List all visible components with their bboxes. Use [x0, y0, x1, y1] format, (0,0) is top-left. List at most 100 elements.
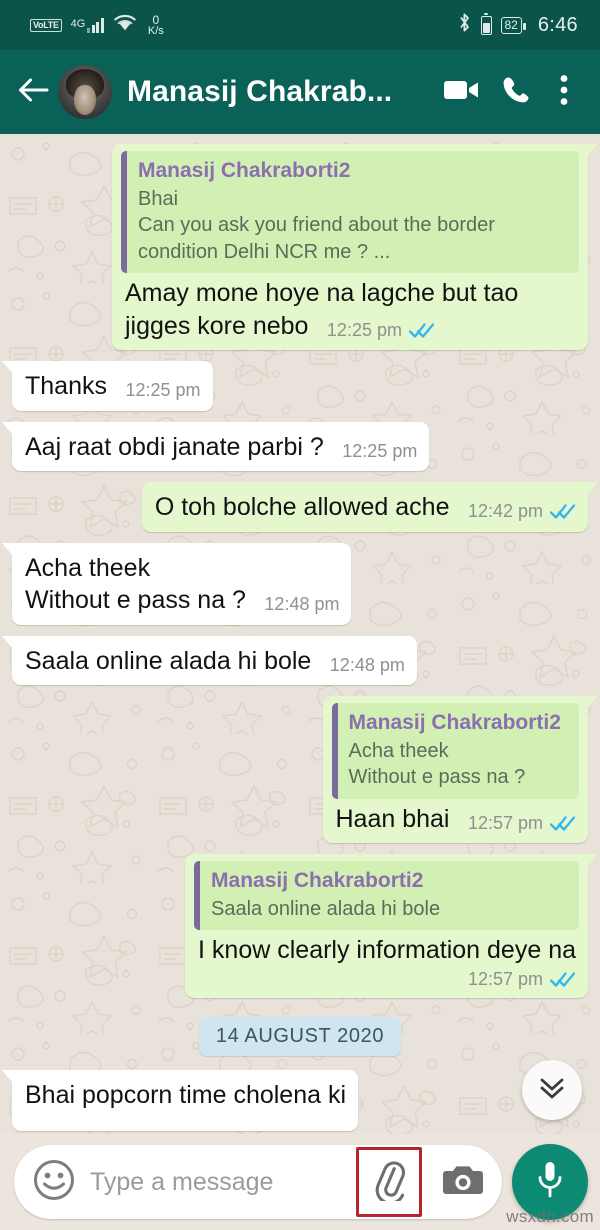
message-text: Aaj raat obdi janate parbi ?: [25, 432, 324, 461]
compose-field-container[interactable]: Type a message: [14, 1145, 502, 1219]
message-time: 12:48 pm: [264, 594, 340, 615]
status-bar-right-icons: 82 6:46: [457, 12, 579, 38]
message-row: Thanks 12:25 pm: [2, 361, 588, 411]
signal-bars-icon: [87, 17, 104, 33]
message-time: 12:25 pm: [326, 319, 402, 340]
message-meta: 12:48 pm: [264, 594, 339, 615]
message-row: Manasij Chakraborti2 Bhai Can you ask yo…: [12, 144, 598, 351]
message-text: Bhai popcorn time cholena ki: [25, 1080, 347, 1109]
message-time: 12:42 pm: [467, 501, 543, 522]
message-meta: 12:48 pm: [330, 655, 405, 676]
message-time: 12:48 pm: [329, 654, 405, 675]
message-bubble-outgoing[interactable]: Manasij Chakraborti2 Acha theek Without …: [322, 696, 598, 844]
quoted-text: Acha theek Without e pass na ?: [348, 739, 526, 789]
message-time: 12:25 pm: [125, 380, 201, 401]
quoted-author: Manasij Chakraborti2: [138, 159, 351, 182]
message-row: Saala online alada hi bole 12:48 pm: [2, 635, 588, 686]
date-divider: 14 AUGUST 2020: [12, 1016, 588, 1056]
status-bar-left-icons: VoLTE 4G 0 K/s: [30, 13, 164, 37]
message-bubble-outgoing[interactable]: Manasij Chakraborti2 Bhai Can you ask yo…: [112, 144, 598, 351]
message-row: Manasij Chakraborti2 Acha theek Without …: [12, 696, 598, 844]
quoted-author: Manasij Chakraborti2: [348, 711, 561, 735]
quoted-text: Saala online alada hi bole: [211, 898, 441, 921]
message-text: Amay mone hoye na lagche but tao jigges …: [125, 279, 519, 340]
read-receipt-icon: [549, 815, 576, 832]
wifi-icon: [113, 13, 137, 37]
chat-header: Manasij Chakrab...: [0, 50, 600, 134]
volte-icon: VoLTE: [30, 18, 62, 32]
message-bubble-incoming[interactable]: Saala online alada hi bole 12:48 pm: [2, 635, 417, 686]
message-text: O toh bolche allowed ache: [154, 493, 450, 522]
message-bubble-outgoing[interactable]: O toh bolche allowed ache 12:42 pm: [141, 482, 599, 532]
date-badge: 14 AUGUST 2020: [198, 1016, 402, 1056]
battery-percent-badge: 82: [500, 16, 527, 34]
read-receipt-icon: [549, 503, 576, 520]
read-receipt-icon: [408, 322, 435, 339]
message-meta: 12:42 pm: [468, 501, 576, 522]
page-title[interactable]: Manasij Chakrab...: [127, 75, 434, 109]
quoted-author: Manasij Chakraborti2: [211, 869, 424, 893]
status-bar: VoLTE 4G 0 K/s 82 6:46: [0, 0, 600, 50]
emoji-button[interactable]: [32, 1158, 76, 1207]
message-meta: 12:25 pm: [342, 441, 417, 462]
network-speed-value: 0: [152, 12, 160, 27]
camera-icon: [442, 1162, 484, 1203]
message-text: I know clearly information deye na: [198, 936, 576, 965]
three-dots-menu-icon: [560, 74, 568, 111]
attach-button[interactable]: [356, 1147, 422, 1217]
message-text: Saala online alada hi bole: [25, 646, 312, 675]
scroll-to-bottom-button[interactable]: [522, 1060, 582, 1120]
message-meta: 12:25 pm: [327, 320, 435, 341]
status-bar-clock: 6:46: [537, 13, 578, 36]
message-time: 12:57 pm: [467, 812, 543, 833]
smiley-face-icon: [32, 1158, 76, 1207]
message-text: Acha theek Without e pass na ?: [25, 553, 246, 615]
message-meta: 12:57 pm: [468, 813, 576, 834]
battery-icon: [480, 12, 492, 35]
network-speed-indicator: 0 K/s: [148, 14, 164, 37]
video-call-button[interactable]: [436, 64, 488, 120]
quoted-message[interactable]: Manasij Chakraborti2 Saala online alada …: [194, 861, 579, 931]
back-button[interactable]: [14, 70, 54, 114]
network-type-label: 4G: [70, 17, 86, 30]
message-row-partial: Bhai popcorn time cholena ki: [1, 1069, 588, 1132]
message-time: 12:25 pm: [342, 440, 418, 461]
chat-message-area[interactable]: Manasij Chakraborti2 Bhai Can you ask yo…: [0, 134, 600, 1134]
quoted-message[interactable]: Manasij Chakraborti2 Acha theek Without …: [331, 703, 579, 799]
message-text: Thanks: [25, 372, 107, 401]
video-camera-icon: [443, 77, 481, 108]
watermark: wsxdn.com: [506, 1207, 594, 1226]
cellular-signal-icon: 4G: [70, 17, 104, 33]
read-receipt-icon: [549, 971, 576, 988]
message-row: Acha theek Without e pass na ? 12:48 pm: [1, 542, 588, 625]
quoted-text: Bhai Can you ask you friend about the bo…: [138, 187, 495, 263]
message-meta: 12:57 pm: [198, 969, 576, 990]
bluetooth-icon: [457, 12, 472, 38]
message-bubble-incoming[interactable]: Aaj raat obdi janate parbi ? 12:25 pm: [1, 421, 430, 472]
message-meta: 12:25 pm: [125, 380, 200, 401]
double-chevron-down-icon: [537, 1075, 567, 1106]
quoted-message[interactable]: Manasij Chakraborti2 Bhai Can you ask yo…: [121, 151, 579, 274]
camera-button[interactable]: [432, 1147, 494, 1217]
message-text: Haan bhai: [335, 804, 450, 833]
message-list[interactable]: Manasij Chakraborti2 Bhai Can you ask yo…: [0, 134, 600, 1134]
paperclip-icon: [369, 1159, 409, 1206]
avatar[interactable]: [58, 65, 112, 119]
message-row: Aaj raat obdi janate parbi ? 12:25 pm: [1, 421, 588, 472]
message-bubble-outgoing[interactable]: Manasij Chakraborti2 Saala online alada …: [185, 854, 598, 998]
voice-call-button[interactable]: [490, 64, 542, 120]
network-speed-unit: K/s: [147, 24, 164, 37]
message-input-bar: Type a message wsxdn.com: [0, 1134, 600, 1230]
phone-icon: [501, 75, 531, 110]
message-row: O toh bolche allowed ache 12:42 pm: [12, 482, 599, 532]
overflow-menu-button[interactable]: [544, 64, 584, 120]
message-row: Manasij Chakraborti2 Saala online alada …: [12, 854, 598, 998]
message-bubble-incoming[interactable]: Bhai popcorn time cholena ki: [1, 1069, 359, 1132]
back-arrow-icon: [17, 76, 51, 109]
message-bubble-incoming[interactable]: Acha theek Without e pass na ? 12:48 pm: [1, 542, 352, 625]
message-input[interactable]: Type a message: [86, 1168, 346, 1197]
whatsapp-chat-screen: VoLTE 4G 0 K/s 82 6:46 Manasij Chakrab..…: [0, 0, 600, 1230]
message-time: 12:57 pm: [467, 968, 543, 989]
message-bubble-incoming[interactable]: Thanks 12:25 pm: [2, 361, 213, 411]
microphone-icon: [535, 1159, 565, 1206]
